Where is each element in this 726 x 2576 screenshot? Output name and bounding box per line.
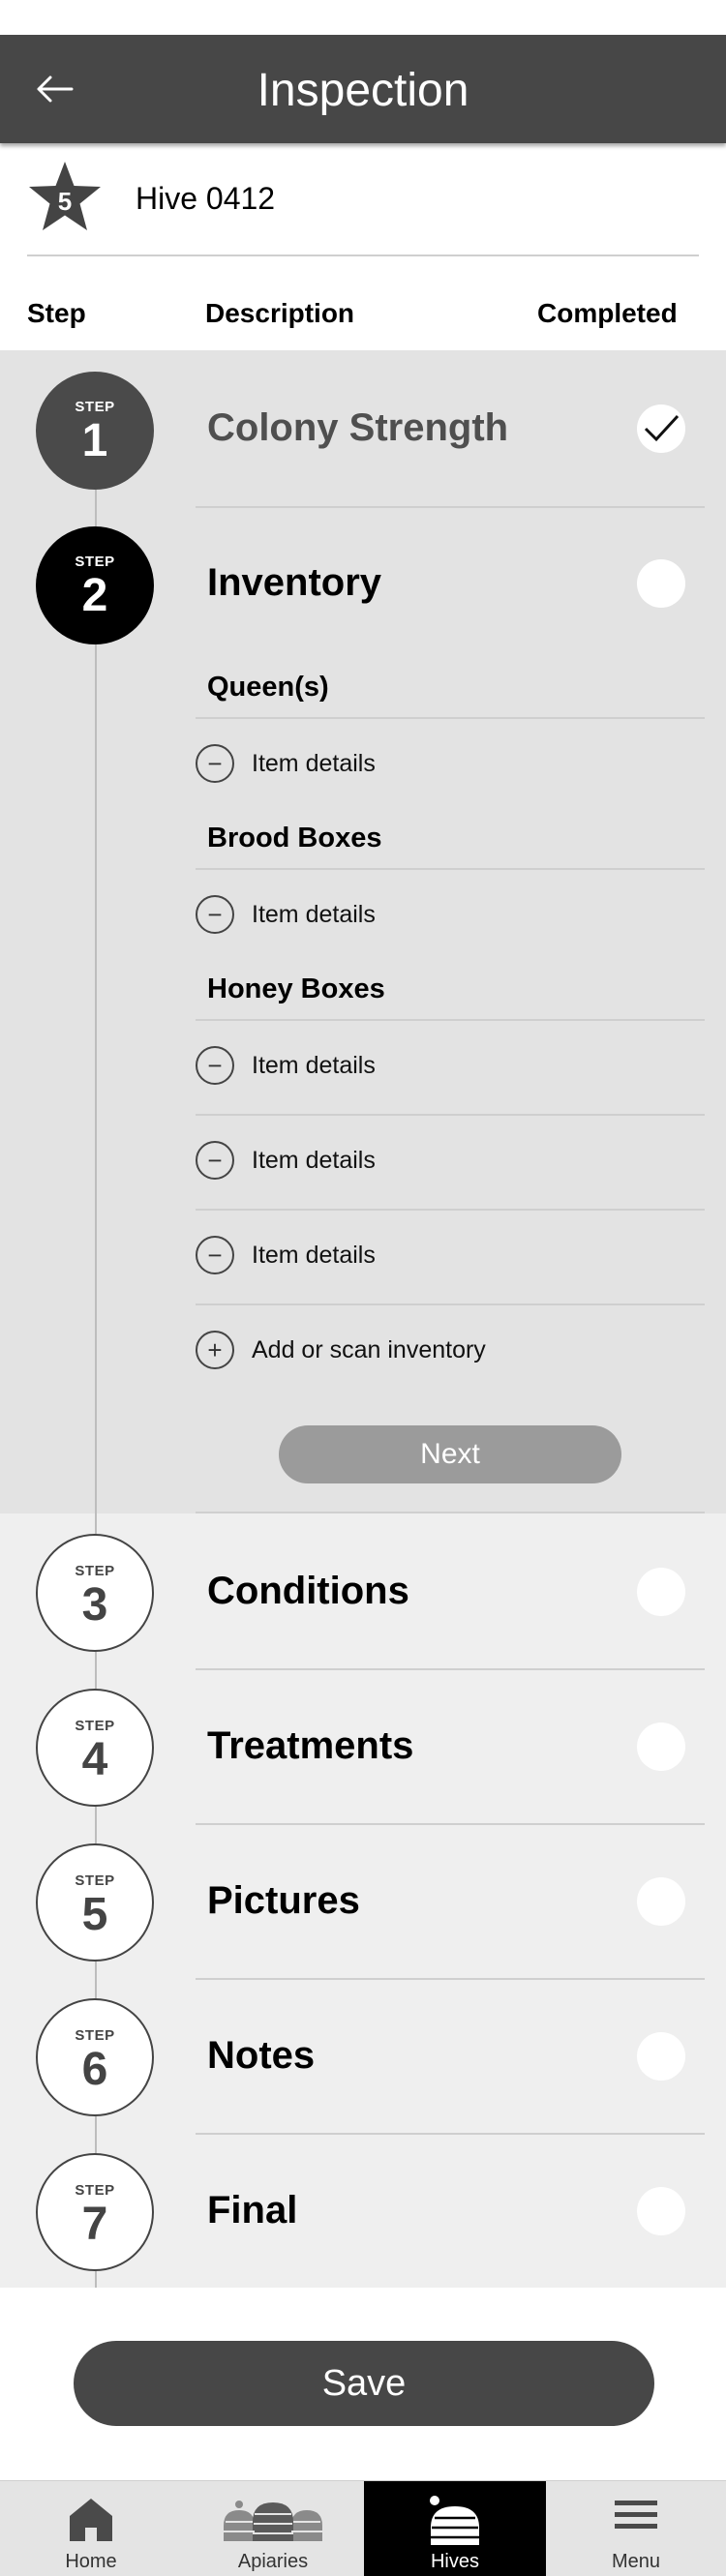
add-icon[interactable]: + bbox=[196, 1331, 234, 1369]
inventory-item[interactable]: − Item details bbox=[196, 1228, 705, 1286]
remove-icon[interactable]: − bbox=[196, 895, 234, 934]
nav-home[interactable]: Home bbox=[0, 2481, 182, 2576]
step-4-title[interactable]: Treatments bbox=[207, 1722, 413, 1769]
inventory-group-queens: Queen(s) bbox=[207, 672, 329, 703]
step-number: 7 bbox=[81, 2199, 108, 2250]
step-5-indicator[interactable]: STEP 5 bbox=[36, 1843, 154, 1962]
step-4-complete-toggle[interactable] bbox=[637, 1722, 685, 1771]
step-5-title[interactable]: Pictures bbox=[207, 1877, 360, 1924]
column-header-step: Step bbox=[27, 298, 86, 328]
step-number: 4 bbox=[81, 1734, 108, 1785]
add-inventory-row[interactable]: + Add or scan inventory bbox=[196, 1323, 705, 1381]
bottom-navigation: Home Apiaries Hives Menu bbox=[0, 2480, 726, 2576]
divider bbox=[196, 1978, 705, 1980]
save-button[interactable]: Save bbox=[74, 2341, 654, 2426]
divider bbox=[196, 506, 705, 508]
step-number: 3 bbox=[81, 1579, 108, 1631]
page-title: Inspection bbox=[257, 65, 469, 116]
menu-icon bbox=[615, 2501, 657, 2529]
step-1-complete-toggle[interactable] bbox=[637, 404, 685, 453]
divider bbox=[196, 2133, 705, 2135]
inventory-group-honey-boxes: Honey Boxes bbox=[207, 973, 385, 1004]
hive-name: Hive 0412 bbox=[136, 181, 276, 216]
step-1-indicator[interactable]: STEP 1 bbox=[36, 372, 154, 490]
checkmark-icon bbox=[644, 414, 680, 442]
nav-apiaries[interactable]: Apiaries bbox=[182, 2481, 364, 2576]
step-number: 2 bbox=[81, 570, 108, 621]
inventory-item[interactable]: − Item details bbox=[196, 1133, 705, 1191]
column-header-completed: Completed bbox=[537, 298, 678, 328]
inventory-item[interactable]: − Item details bbox=[196, 1038, 705, 1096]
step-3-title[interactable]: Conditions bbox=[207, 1568, 409, 1614]
step-number: 1 bbox=[81, 415, 108, 466]
step-6-complete-toggle[interactable] bbox=[637, 2032, 685, 2081]
beehive-icon bbox=[430, 2496, 479, 2545]
nav-menu[interactable]: Menu bbox=[546, 2481, 726, 2576]
hive-rating: 5 bbox=[57, 187, 73, 216]
inventory-group-brood-boxes: Brood Boxes bbox=[207, 823, 382, 854]
step-5-complete-toggle[interactable] bbox=[637, 1877, 685, 1926]
step-number: 5 bbox=[81, 1889, 108, 1940]
divider bbox=[196, 1114, 705, 1116]
divider bbox=[196, 1019, 705, 1021]
step-7-complete-toggle[interactable] bbox=[637, 2187, 685, 2235]
divider bbox=[196, 717, 705, 719]
step-2-indicator[interactable]: STEP 2 bbox=[36, 526, 154, 644]
step-1-title[interactable]: Colony Strength bbox=[207, 404, 508, 451]
step-6-indicator[interactable]: STEP 6 bbox=[36, 1998, 154, 2116]
remove-icon[interactable]: − bbox=[196, 744, 234, 783]
divider bbox=[196, 1512, 705, 1513]
step-number: 6 bbox=[81, 2044, 108, 2095]
remove-icon[interactable]: − bbox=[196, 1141, 234, 1180]
divider bbox=[196, 1209, 705, 1211]
step-4-indicator[interactable]: STEP 4 bbox=[36, 1689, 154, 1807]
step-2-complete-toggle[interactable] bbox=[637, 559, 685, 608]
inventory-item[interactable]: − Item details bbox=[196, 736, 705, 794]
divider bbox=[196, 868, 705, 870]
step-2-title[interactable]: Inventory bbox=[207, 559, 381, 606]
step-3-indicator[interactable]: STEP 3 bbox=[36, 1534, 154, 1652]
divider bbox=[196, 1823, 705, 1825]
hive-summary: 5 Hive 0412 bbox=[27, 160, 699, 256]
app-header: Inspection bbox=[0, 35, 726, 143]
divider bbox=[196, 1668, 705, 1670]
next-button[interactable]: Next bbox=[279, 1425, 621, 1483]
column-header-description: Description bbox=[205, 298, 355, 328]
step-3-complete-toggle[interactable] bbox=[637, 1568, 685, 1616]
nav-hives[interactable]: Hives bbox=[364, 2481, 546, 2576]
step-7-title[interactable]: Final bbox=[207, 2187, 297, 2233]
step-7-indicator[interactable]: STEP 7 bbox=[36, 2153, 154, 2271]
divider bbox=[196, 1303, 705, 1305]
inventory-item[interactable]: − Item details bbox=[196, 887, 705, 945]
remove-icon[interactable]: − bbox=[196, 1046, 234, 1085]
remove-icon[interactable]: − bbox=[196, 1236, 234, 1274]
step-6-title[interactable]: Notes bbox=[207, 2032, 315, 2079]
home-icon bbox=[70, 2499, 112, 2541]
apiaries-icon bbox=[224, 2501, 322, 2541]
